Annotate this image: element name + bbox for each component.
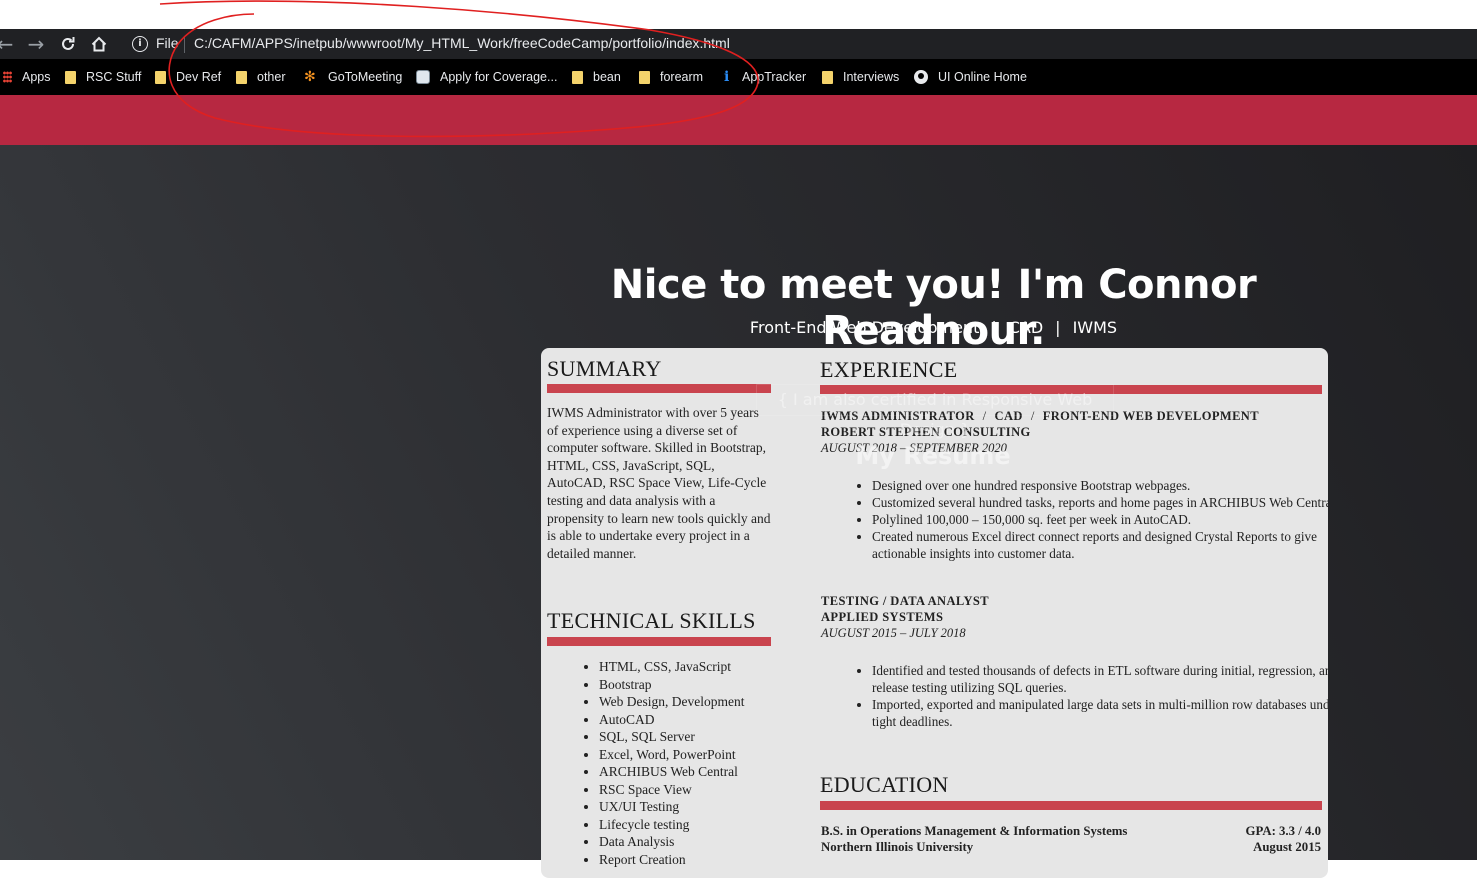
browser-toolbar: ← → i File C:/CAFM/APPS/inetpub/wwwroot/… xyxy=(0,29,1477,59)
list-item: Web Design, Development xyxy=(599,693,809,711)
coverage-icon xyxy=(416,70,430,84)
gotomeeting-icon: ✻ xyxy=(304,69,316,85)
skills-list: HTML, CSS, JavaScript Bootstrap Web Desi… xyxy=(573,658,809,868)
list-item: RSC Space View xyxy=(599,781,809,799)
hero-headline: Nice to meet you! I'm Connor Readnour. xyxy=(610,262,1257,354)
folder-icon xyxy=(236,70,247,84)
list-item: Bootstrap xyxy=(599,676,809,694)
bookmark-interviews[interactable]: Interviews xyxy=(822,59,899,95)
job-duties: Identified and tested thousands of defec… xyxy=(847,662,1328,730)
page-header-bar xyxy=(0,95,1477,145)
skills-rule xyxy=(547,637,771,646)
folder-icon xyxy=(639,70,650,84)
bookmark-label: AppTracker xyxy=(742,70,807,84)
bookmark-label: bean xyxy=(593,70,621,84)
tag-cad: CAD xyxy=(1008,318,1044,337)
bookmark-ui-online-home[interactable]: UI Online Home xyxy=(914,59,1027,95)
bookmark-dev-ref[interactable]: Dev Ref xyxy=(155,59,221,95)
job-roles: TESTING / DATA ANALYST xyxy=(821,594,989,608)
summary-title: SUMMARY xyxy=(547,356,662,381)
education-degree-row: B.S. in Operations Management & Informat… xyxy=(821,823,1321,839)
url-scheme: File xyxy=(156,35,179,51)
bookmark-label: Apps xyxy=(22,70,51,84)
education-school: Northern Illinois University xyxy=(821,840,974,854)
list-item: Lifecycle testing xyxy=(599,816,809,834)
certified-link[interactable]: { I am also certified in Responsive Web … xyxy=(756,384,1114,439)
bookmark-label: RSC Stuff xyxy=(86,70,142,84)
list-item: Data Analysis xyxy=(599,833,809,851)
tag-web-dev: Front-End Web Development xyxy=(749,318,980,337)
education-rule xyxy=(820,801,1322,810)
folder-icon xyxy=(822,70,833,84)
bookmarks-bar: Apps RSC Stuff Dev Ref other ✻ GoToMeetin… xyxy=(0,59,1477,95)
education-title: EDUCATION xyxy=(820,772,949,797)
list-item: Report Creation xyxy=(599,851,809,869)
list-item: Polylined 100,000 – 150,000 sq. feet per… xyxy=(872,511,1328,528)
skills-title: TECHNICAL SKILLS xyxy=(547,608,756,633)
summary-rule xyxy=(547,384,771,393)
list-item: Excel, Word, PowerPoint xyxy=(599,746,809,764)
bookmark-label: other xyxy=(257,70,286,84)
hero-tagline: Front-End Web Development | CAD | IWMS xyxy=(520,318,1347,337)
list-item: HTML, CSS, JavaScript xyxy=(599,658,809,676)
folder-icon xyxy=(572,70,583,84)
job-duties: Designed over one hundred responsive Boo… xyxy=(847,477,1328,562)
reload-icon[interactable] xyxy=(57,33,79,55)
bookmark-forearm[interactable]: forearm xyxy=(639,59,703,95)
job-dates: AUGUST 2015 – JULY 2018 xyxy=(821,626,966,640)
list-item: Designed over one hundred responsive Boo… xyxy=(872,477,1328,494)
folder-icon xyxy=(65,70,76,84)
bookmark-rsc-stuff[interactable]: RSC Stuff xyxy=(65,59,141,95)
bookmark-apptracker[interactable]: i AppTracker xyxy=(724,59,806,95)
apptracker-icon: i xyxy=(724,69,730,85)
bookmark-label: Interviews xyxy=(843,70,900,84)
list-item: Imported, exported and manipulated large… xyxy=(872,696,1328,730)
list-item: Created numerous Excel direct connect re… xyxy=(872,528,1328,562)
education-gpa: GPA: 3.3 / 4.0 xyxy=(1245,824,1321,838)
globe-icon xyxy=(914,70,928,84)
education-school-row: Northern Illinois University August 2015 xyxy=(821,839,1321,855)
experience-title: EXPERIENCE xyxy=(820,357,958,382)
bookmark-label: Apply for Coverage... xyxy=(440,70,558,84)
address-bar[interactable]: i File C:/CAFM/APPS/inetpub/wwwroot/My_H… xyxy=(124,31,1477,57)
list-item: AutoCAD xyxy=(599,711,809,729)
education-degree: B.S. in Operations Management & Informat… xyxy=(821,824,1128,838)
tag-divider: | xyxy=(1055,318,1061,337)
bookmark-label: UI Online Home xyxy=(938,70,1027,84)
apps-grid-icon xyxy=(3,71,12,83)
list-item: SQL, SQL Server xyxy=(599,728,809,746)
bookmark-bean[interactable]: bean xyxy=(572,59,621,95)
address-divider xyxy=(184,37,185,53)
job-company: APPLIED SYSTEMS xyxy=(821,610,944,624)
bookmark-apply-coverage[interactable]: Apply for Coverage... xyxy=(416,59,557,95)
summary-text: IWMS Administrator with over 5 years of … xyxy=(547,405,771,561)
list-item: Customized several hundred tasks, report… xyxy=(872,494,1328,511)
bookmark-gotomeeting[interactable]: ✻ GoToMeeting xyxy=(304,59,402,95)
bookmark-label: Dev Ref xyxy=(176,70,222,84)
list-item: UX/UI Testing xyxy=(599,798,809,816)
education-date: August 2015 xyxy=(1253,840,1321,854)
list-item: ARCHIBUS Web Central xyxy=(599,763,809,781)
home-icon[interactable] xyxy=(88,33,110,55)
tag-iwms: IWMS xyxy=(1072,318,1118,337)
list-item: Identified and tested thousands of defec… xyxy=(872,662,1328,696)
bookmark-other[interactable]: other xyxy=(236,59,286,95)
bookmark-label: forearm xyxy=(660,70,704,84)
forward-icon[interactable]: → xyxy=(25,33,47,55)
folder-icon xyxy=(155,70,166,84)
resume-label: My Resume xyxy=(855,442,1011,470)
tag-divider: | xyxy=(991,318,997,337)
site-info-icon[interactable]: i xyxy=(132,36,148,52)
url-text[interactable]: C:/CAFM/APPS/inetpub/wwwroot/My_HTML_Wor… xyxy=(194,35,730,51)
window-top-strip xyxy=(0,0,1477,29)
bookmark-label: GoToMeeting xyxy=(328,70,403,84)
bookmark-apps[interactable]: Apps xyxy=(3,59,51,95)
back-icon[interactable]: ← xyxy=(0,33,16,55)
